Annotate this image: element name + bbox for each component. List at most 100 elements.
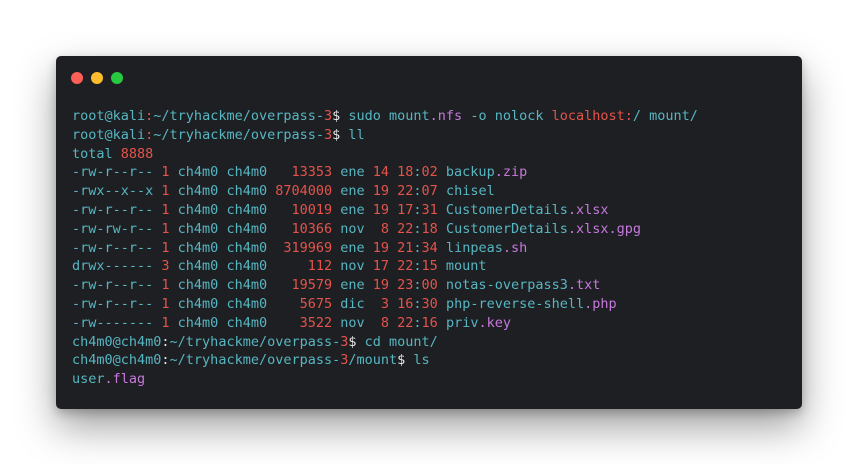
terminal-text: 319969 <box>283 239 333 256</box>
terminal-text: ch4m0 ch4m0 <box>169 201 292 218</box>
close-dot[interactable] <box>71 72 83 84</box>
terminal-text: 3 <box>323 126 333 143</box>
terminal-text: : <box>161 333 170 350</box>
terminal-line: -rwx--x--x 1 ch4m0 ch4m0 8704000 ene 19 … <box>72 182 698 201</box>
terminal-text: -rw-r--r-- <box>72 201 162 218</box>
terminal-text: -rw-r--r-- <box>72 164 162 181</box>
terminal-text: .nfs <box>429 108 463 124</box>
terminal-text: .zip <box>494 164 528 181</box>
terminal-text: 8 22 <box>380 314 414 331</box>
terminal-text: 13353 <box>291 164 333 181</box>
terminal-text: CustomerDetails <box>437 201 568 218</box>
terminal-text: 1 <box>161 239 170 256</box>
terminal-text: total <box>72 145 121 162</box>
terminal-text: ls <box>413 352 430 369</box>
terminal-text: 8888 <box>120 145 154 162</box>
terminal-line: root@kali:~/tryhackme/overpass-3$ ll <box>72 126 698 145</box>
terminal-line: -rw-r--r-- 1 ch4m0 ch4m0 13353 ene 14 18… <box>72 163 698 182</box>
terminal-line: -rw-rw-r-- 1 ch4m0 ch4m0 10366 nov 8 22:… <box>72 220 698 239</box>
terminal-text: 5675 <box>299 295 333 312</box>
terminal-text: 1 <box>161 277 170 294</box>
terminal-text: 17 22 <box>372 258 414 275</box>
terminal-line: -rw------- 1 ch4m0 ch4m0 3522 nov 8 22:1… <box>72 314 698 333</box>
terminal-text: linpeas <box>437 239 503 256</box>
terminal-text: CustomerDetails <box>437 220 568 237</box>
terminal-text: : <box>161 352 170 369</box>
terminal-text: 8 22 <box>380 220 414 237</box>
terminal-line: ch4m0@ch4m0:~/tryhackme/overpass-3$ cd m… <box>72 333 698 352</box>
terminal-text: : <box>413 183 422 200</box>
terminal-line: root@kali:~/tryhackme/overpass-3$ sudo m… <box>72 107 698 126</box>
terminal-text: 02 <box>421 164 438 181</box>
terminal-text: ch4m0@ch4m0 <box>72 352 162 369</box>
terminal-text: nov <box>332 220 381 237</box>
terminal-text: 15 <box>421 258 438 275</box>
terminal-text: 3 16 <box>380 295 414 312</box>
terminal-text: 18 <box>421 220 438 237</box>
terminal-text: / mount/ <box>632 108 698 124</box>
terminal-text: ch4m0 ch4m0 <box>169 183 276 200</box>
terminal-text: $ <box>397 352 414 369</box>
terminal-text: nov <box>332 258 373 275</box>
terminal-text: ene <box>332 183 373 200</box>
terminal-text: dic <box>332 295 381 312</box>
terminal-text: .gpg <box>608 220 642 237</box>
terminal-text: : <box>413 277 422 294</box>
terminal-text: : <box>413 258 422 275</box>
terminal-text: 3522 <box>299 314 333 331</box>
terminal-line: -rw-r--r-- 1 ch4m0 ch4m0 5675 dic 3 16:3… <box>72 295 698 314</box>
terminal-text: : <box>413 164 422 181</box>
terminal-text: .php <box>584 295 617 312</box>
terminal-text: ch4m0 ch4m0 <box>169 239 284 256</box>
terminal-text: 19 23 <box>372 277 414 294</box>
terminal-text: chisel <box>437 183 495 200</box>
terminal-line: user.flag <box>72 370 698 389</box>
terminal-text: drwx------ <box>72 258 162 275</box>
terminal-text: ~/tryhackme/overpass- <box>169 333 341 350</box>
terminal-output[interactable]: root@kali:~/tryhackme/overpass-3$ sudo m… <box>72 107 698 389</box>
terminal-text: : <box>413 201 422 218</box>
terminal-text: 16 <box>421 314 438 331</box>
terminal-text: .xlsx <box>567 201 609 218</box>
terminal-text: -rw-r--r-- <box>72 295 162 312</box>
terminal-text: 1 <box>161 164 170 181</box>
terminal-text: -rw------- <box>72 314 162 331</box>
terminal-text: sudo mount <box>348 108 430 124</box>
terminal-text: -rw-rw-r-- <box>72 220 162 237</box>
terminal-text: $ <box>348 333 365 350</box>
terminal-line: ch4m0@ch4m0:~/tryhackme/overpass-3/mount… <box>72 351 698 370</box>
terminal-text: 3 <box>161 258 170 275</box>
terminal-text: ~/tryhackme/overpass- <box>153 126 324 143</box>
window-controls <box>71 72 123 84</box>
terminal-text: backup <box>437 164 495 181</box>
terminal-text: -rwx--x--x <box>72 183 162 200</box>
terminal-text: 10366 <box>291 220 333 237</box>
terminal-text: cd mount/ <box>364 333 438 350</box>
terminal-text: $ <box>332 126 349 143</box>
minimize-dot[interactable] <box>91 72 103 84</box>
terminal-text: 30 <box>421 295 438 312</box>
terminal-text: ene <box>332 201 373 218</box>
terminal-text: 07 <box>421 183 438 200</box>
terminal-text: ~/tryhackme/overpass- <box>153 108 324 124</box>
terminal-text: 1 <box>161 183 170 200</box>
maximize-dot[interactable] <box>111 72 123 84</box>
terminal-text: 1 <box>161 201 170 218</box>
terminal-text: : <box>413 220 422 237</box>
terminal-text: mount <box>437 258 487 275</box>
terminal-text: ll <box>348 126 365 143</box>
terminal-text: 31 <box>421 201 438 218</box>
terminal-text: root@kali <box>72 126 146 143</box>
terminal-line: -rw-r--r-- 1 ch4m0 ch4m0 10019 ene 19 17… <box>72 201 698 220</box>
terminal-line: -rw-r--r-- 1 ch4m0 ch4m0 19579 ene 19 23… <box>72 276 698 295</box>
terminal-text: php-reverse-shell <box>437 295 585 312</box>
terminal-text: 1 <box>161 295 170 312</box>
terminal-text: .key <box>478 314 511 331</box>
terminal-text: 1 <box>161 314 170 331</box>
terminal-text: priv <box>437 314 479 331</box>
terminal-text: user <box>72 371 105 388</box>
terminal-text: nov <box>332 314 381 331</box>
terminal-text: 19 17 <box>372 201 414 218</box>
terminal-text: ch4m0@ch4m0 <box>72 333 162 350</box>
terminal-text: : <box>413 295 422 312</box>
